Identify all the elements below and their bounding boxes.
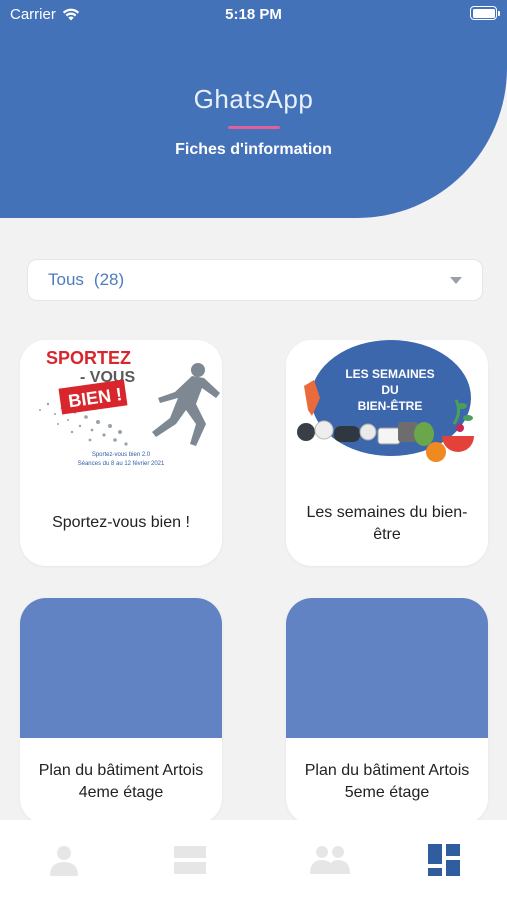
card-image-semaines: LES SEMAINES DU BIEN-ÊTRE <box>286 340 488 480</box>
card-title: Les semaines du bien-être <box>306 504 468 543</box>
tab-dashboard[interactable] <box>426 842 462 878</box>
list-icon <box>174 846 206 874</box>
bottom-tab-bar <box>0 820 507 900</box>
filter-count: (28) <box>93 270 125 289</box>
group-icon <box>310 846 350 874</box>
title-underline <box>228 126 280 129</box>
tab-profile[interactable] <box>46 842 82 878</box>
chevron-down-icon <box>450 277 462 284</box>
info-card-sportez[interactable]: SPORTEZ - VOUS BIEN ! Sportez-vous bien … <box>20 340 222 566</box>
person-icon <box>50 846 78 876</box>
battery-icon <box>470 6 500 20</box>
info-card-artois-5[interactable]: Plan du bâtiment Artois 5eme étage <box>286 598 488 824</box>
sportez-caption-2: Séances du 8 au 12 février 2021 <box>78 461 165 467</box>
card-image-placeholder <box>286 598 488 738</box>
filter-label: Tous <box>48 270 84 289</box>
info-card-semaines[interactable]: LES SEMAINES DU BIEN-ÊTRE Les semaines d… <box>286 340 488 566</box>
card-title: Plan du bâtiment Artois 5eme étage <box>304 762 470 801</box>
dashboard-icon <box>428 844 460 876</box>
page-subtitle: Fiches d'information <box>175 141 332 158</box>
sportez-title-line1: SPORTEZ <box>46 348 131 368</box>
info-card-artois-4[interactable]: Plan du bâtiment Artois 4eme étage <box>20 598 222 824</box>
category-filter-select[interactable]: Tous (28) <box>27 259 483 301</box>
status-bar: Carrier 5:18 PM <box>0 0 507 28</box>
semaines-title-line2: DU <box>381 383 398 397</box>
semaines-title-line1: LES SEMAINES <box>345 367 434 381</box>
tab-groups[interactable] <box>308 842 350 878</box>
sportez-caption-1: Sportez-vous bien 2.0 <box>92 452 151 458</box>
card-title: Plan du bâtiment Artois 4eme étage <box>38 762 204 801</box>
card-title: Sportez-vous bien ! <box>52 514 190 531</box>
semaines-title-line3: BIEN-ÊTRE <box>358 398 423 413</box>
tab-list[interactable] <box>172 842 208 878</box>
card-image-placeholder <box>20 598 222 738</box>
header: Carrier 5:18 PM GhatsApp Fiches d'inform… <box>0 0 507 218</box>
status-time: 5:18 PM <box>225 6 282 23</box>
card-image-sportez: SPORTEZ - VOUS BIEN ! Sportez-vous bien … <box>20 340 222 480</box>
app-title: GhatsApp <box>193 84 314 114</box>
